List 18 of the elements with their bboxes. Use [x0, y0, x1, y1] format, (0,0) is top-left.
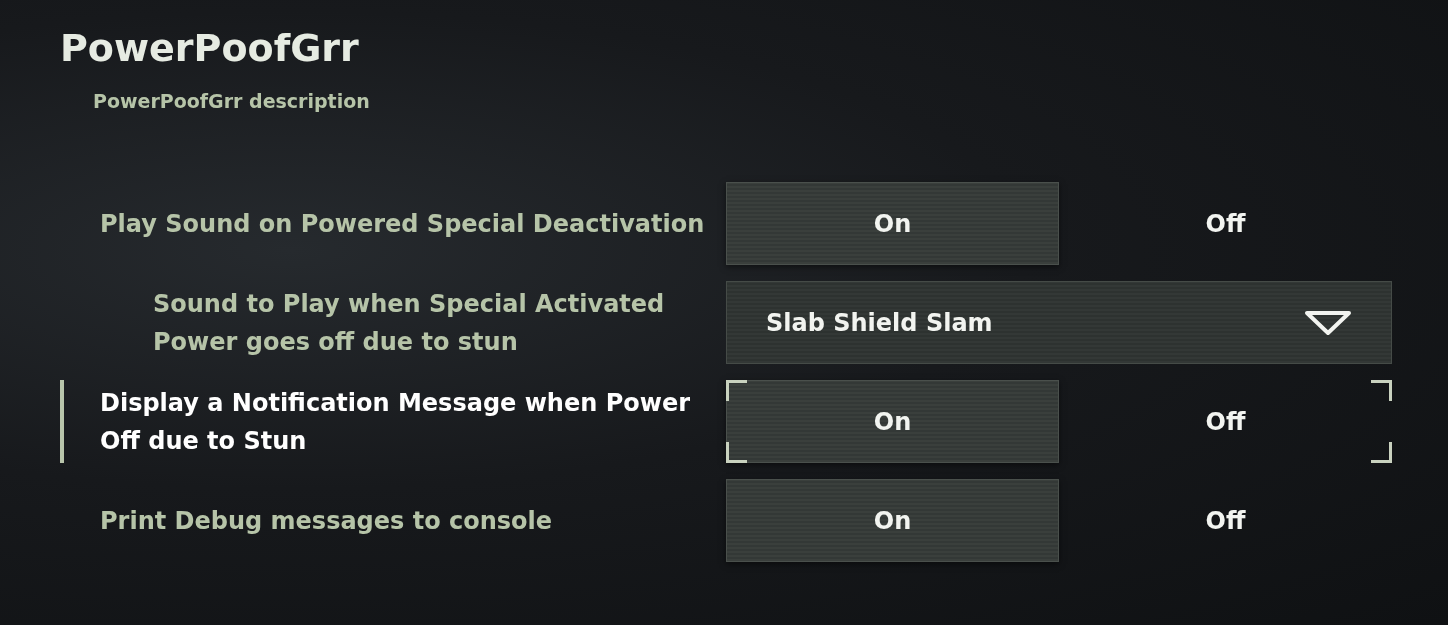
page-title: PowerPoofGrr [60, 25, 360, 72]
toggle-option[interactable]: On [726, 479, 1059, 562]
page-description: PowerPoofGrr description [93, 90, 371, 112]
setting-label: Display a Notification Message when Power Off due to Stun [99, 387, 692, 457]
setting-label: Sound to Play when Special Activated Power goes off due to stun [152, 288, 666, 358]
focus-bracket [1371, 442, 1392, 463]
caret-icon [1304, 309, 1352, 336]
setting-label: Play Sound on Powered Special Deactivation [99, 208, 706, 240]
toggle-option[interactable]: Off [1059, 182, 1392, 265]
toggle-option[interactable]: Off [1059, 380, 1392, 463]
toggle-option[interactable]: On [726, 380, 1059, 463]
focus-bracket [1371, 380, 1392, 401]
focus-bracket [726, 380, 747, 401]
toggle-option[interactable]: Off [1059, 479, 1392, 562]
focus-bracket [726, 442, 747, 463]
sound-dropdown[interactable]: Slab Shield Slam [726, 281, 1392, 364]
setting-label: Print Debug messages to console [99, 505, 554, 537]
toggle-option[interactable]: On [726, 182, 1059, 265]
